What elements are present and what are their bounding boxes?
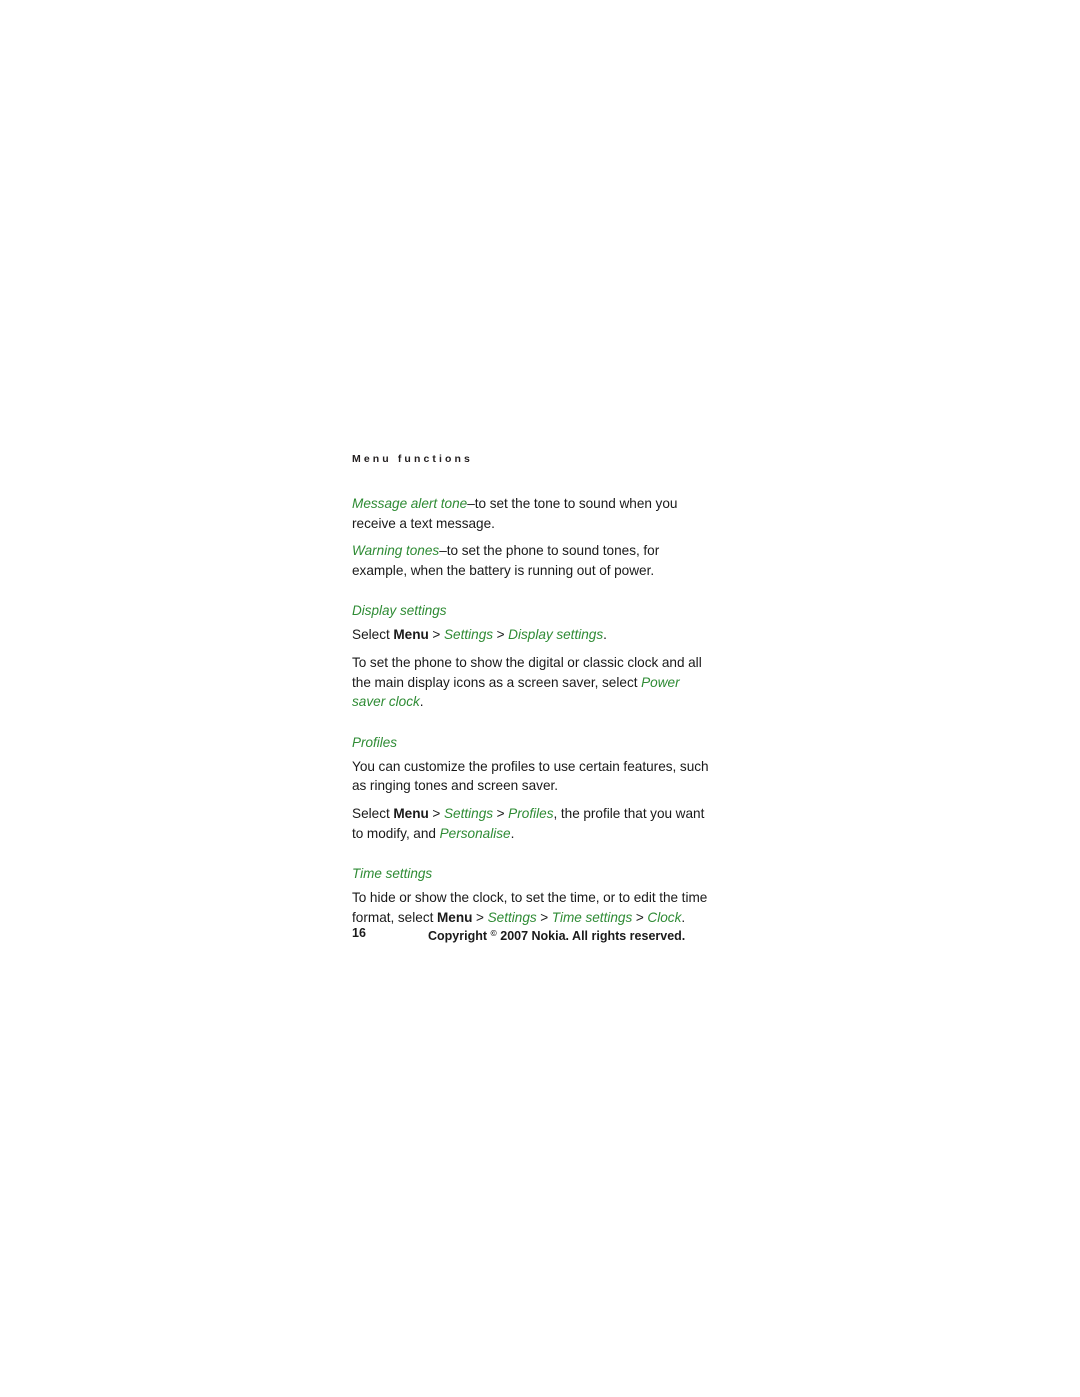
menu-keyword: Menu — [393, 627, 429, 643]
document-page: Menu functions Message alert tone–to set… — [352, 452, 712, 927]
paragraph-display-settings-path: Select Menu > Settings > Display setting… — [352, 625, 712, 645]
path-separator: > — [472, 909, 488, 925]
path-crumb-settings: Settings — [487, 909, 537, 925]
path-separator: > — [493, 805, 509, 821]
copyright-notice: Copyright © 2007 Nokia. All rights reser… — [428, 925, 685, 944]
copyright-word: Copyright — [428, 929, 491, 943]
ui-term-warning-tones: Warning tones — [352, 543, 440, 559]
ui-term-message-alert-tone: Message alert tone — [352, 496, 468, 511]
path-separator: > — [428, 627, 444, 643]
paragraph-power-saver-clock: To set the phone to show the digital or … — [352, 653, 712, 712]
path-separator: > — [536, 909, 552, 925]
path-separator: > — [493, 627, 509, 643]
section-heading-profiles: Profiles — [352, 734, 398, 750]
section-heading-display-settings: Display settings — [352, 603, 447, 619]
menu-keyword: Menu — [393, 805, 429, 821]
path-crumb-profiles: Profiles — [508, 805, 554, 821]
running-head: Menu functions — [352, 453, 473, 465]
period: . — [681, 909, 686, 925]
path-crumb-settings: Settings — [443, 627, 494, 643]
paragraph-message-alert-tone: Message alert tone–to set the tone to so… — [352, 494, 712, 533]
ui-term-personalise: Personalise — [439, 825, 511, 841]
menu-keyword: Menu — [436, 909, 473, 925]
path-crumb-display-settings: Display settings — [508, 627, 604, 643]
section-heading-time-settings: Time settings — [352, 866, 433, 882]
paragraph-warning-tones: Warning tones–to set the phone to sound … — [352, 541, 712, 580]
period: . — [603, 627, 607, 643]
page-footer: 16 Copyright © 2007 Nokia. All rights re… — [352, 925, 712, 943]
period: . — [510, 825, 515, 841]
em-dash: – — [467, 496, 475, 511]
page-number: 16 — [352, 926, 366, 940]
em-dash: – — [439, 543, 447, 559]
path-separator: > — [632, 909, 648, 925]
copyright-rest: 2007 Nokia. All rights reserved. — [496, 929, 686, 943]
select-label: Select — [352, 805, 394, 821]
path-crumb-time-settings: Time settings — [551, 909, 633, 925]
path-crumb-clock: Clock — [647, 909, 682, 925]
path-separator: > — [428, 805, 444, 821]
paragraph-time-settings-path: To hide or show the clock, to set the ti… — [352, 888, 712, 927]
paragraph-profiles-path: Select Menu > Settings > Profiles, the p… — [352, 804, 712, 843]
path-crumb-settings: Settings — [443, 805, 494, 821]
select-label: Select — [352, 627, 394, 643]
period: . — [419, 694, 424, 710]
paragraph-profiles-description: You can customize the profiles to use ce… — [352, 758, 709, 794]
